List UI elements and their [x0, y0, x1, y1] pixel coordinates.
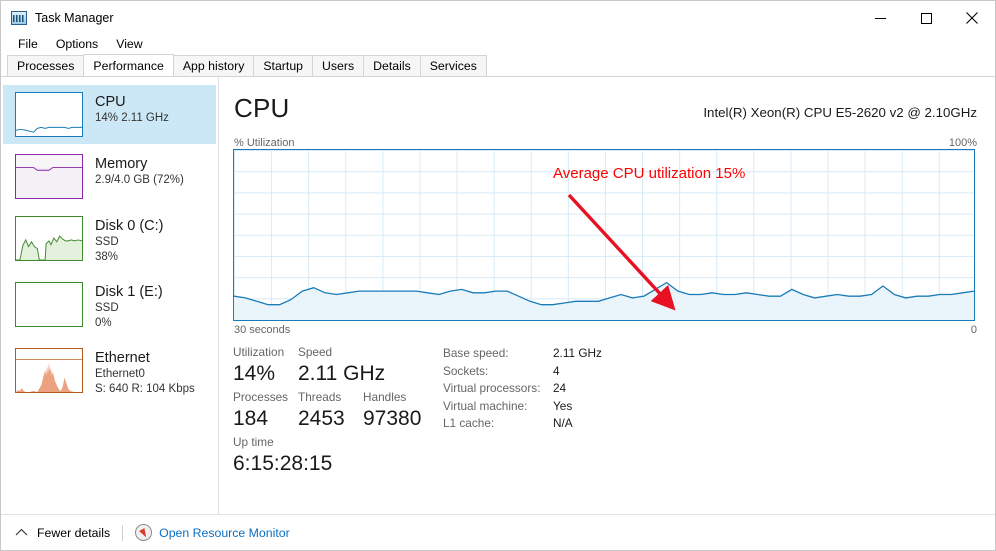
performance-detail-panel: CPU Intel(R) Xeon(R) CPU E5-2620 v2 @ 2.…	[220, 77, 995, 514]
fewer-details-button[interactable]: Fewer details	[15, 526, 110, 540]
sidebar-item-cpu[interactable]: CPU 14% 2.11 GHz	[3, 85, 216, 144]
footer-divider	[122, 525, 123, 541]
sidebar-item-sub2: 38%	[95, 250, 163, 265]
stat-value: 97380	[363, 405, 443, 432]
ethernet-thumbnail-graph	[15, 348, 83, 393]
tab-details[interactable]: Details	[363, 55, 421, 76]
close-button[interactable]	[949, 1, 995, 35]
tab-processes[interactable]: Processes	[7, 55, 84, 76]
menu-file[interactable]: File	[9, 35, 47, 53]
tab-performance[interactable]: Performance	[83, 54, 173, 76]
menu-view[interactable]: View	[107, 35, 151, 53]
stats-row-primary: Utilization 14% Speed 2.11 GHz	[233, 345, 985, 387]
spec-row: Virtual machine: Yes	[443, 398, 602, 416]
tab-services[interactable]: Services	[420, 55, 487, 76]
page-title: CPU	[234, 93, 290, 124]
stat-value: 2453	[298, 405, 363, 432]
memory-thumbnail-graph	[15, 154, 83, 199]
graph-y-axis-max: 100%	[949, 137, 977, 149]
sidebar-item-title: CPU	[95, 93, 169, 111]
graph-x-axis-label: 30 seconds	[234, 324, 290, 336]
stat-label: Speed	[298, 345, 418, 360]
graph-y-axis-label: % Utilization	[234, 137, 295, 149]
open-resource-monitor-link[interactable]: Open Resource Monitor	[135, 524, 290, 541]
stat-label: Handles	[363, 390, 443, 405]
stat-value: 2.11 GHz	[298, 360, 418, 387]
resource-monitor-icon	[135, 524, 152, 541]
window-controls	[857, 1, 995, 35]
sidebar-item-sub2: 0%	[95, 316, 163, 331]
spec-row: Virtual processors: 24	[443, 380, 602, 398]
stat-speed: Speed 2.11 GHz	[298, 345, 418, 387]
disk0-thumbnail-graph	[15, 216, 83, 261]
spec-key: L1 cache:	[443, 415, 553, 433]
spec-key: Virtual machine:	[443, 398, 553, 416]
task-manager-window: Task Manager File Options View Processes…	[0, 0, 996, 551]
sidebar-item-sub: 14% 2.11 GHz	[95, 111, 169, 126]
sidebar-item-disk1[interactable]: Disk 1 (E:) SSD 0%	[3, 275, 216, 338]
resource-monitor-label: Open Resource Monitor	[159, 526, 290, 540]
cpu-stats: Utilization 14% Speed 2.11 GHz Processes…	[233, 345, 985, 477]
sidebar-item-ethernet[interactable]: Ethernet Ethernet0 S: 640 R: 104 Kbps	[3, 341, 216, 404]
spec-value: N/A	[553, 415, 573, 433]
menu-options[interactable]: Options	[47, 35, 107, 53]
title-bar: Task Manager	[1, 1, 995, 35]
stat-threads: Threads 2453	[298, 390, 363, 432]
stat-value: 6:15:28:15	[233, 450, 985, 477]
sidebar-item-sub2: S: 640 R: 104 Kbps	[95, 382, 195, 397]
cpu-thumbnail-graph	[15, 92, 83, 137]
annotation-label: Average CPU utilization 15%	[553, 165, 745, 182]
spec-value: Yes	[553, 398, 572, 416]
sidebar-item-title: Memory	[95, 155, 184, 173]
sidebar-item-sub: SSD	[95, 301, 163, 316]
stat-label: Threads	[298, 390, 363, 405]
sidebar-item-title: Disk 0 (C:)	[95, 217, 163, 235]
spec-value: 2.11 GHz	[553, 345, 602, 363]
sidebar-item-sub: Ethernet0	[95, 367, 195, 382]
fewer-details-label: Fewer details	[37, 526, 110, 540]
spec-row: L1 cache: N/A	[443, 415, 602, 433]
sidebar-item-sub: 2.9/4.0 GB (72%)	[95, 173, 184, 188]
task-manager-icon	[11, 11, 27, 25]
stat-utilization: Utilization 14%	[233, 345, 298, 387]
cpu-model-name: Intel(R) Xeon(R) CPU E5-2620 v2 @ 2.10GH…	[703, 105, 977, 120]
stat-label: Utilization	[233, 345, 298, 360]
spec-key: Base speed:	[443, 345, 553, 363]
spec-key: Sockets:	[443, 363, 553, 381]
maximize-button[interactable]	[903, 1, 949, 35]
status-bar: Fewer details Open Resource Monitor	[1, 514, 995, 550]
sidebar-item-title: Disk 1 (E:)	[95, 283, 163, 301]
tab-app-history[interactable]: App history	[173, 55, 255, 76]
cpu-spec-list: Base speed: 2.11 GHz Sockets: 4 Virtual …	[443, 345, 602, 433]
sidebar-item-disk0[interactable]: Disk 0 (C:) SSD 38%	[3, 209, 216, 272]
stat-handles: Handles 97380	[363, 390, 443, 432]
tab-users[interactable]: Users	[312, 55, 364, 76]
spec-value: 4	[553, 363, 560, 381]
window-title: Task Manager	[35, 11, 114, 25]
minimize-button[interactable]	[857, 1, 903, 35]
resource-sidebar: CPU 14% 2.11 GHz Memory 2.9/4.0 GB (72%)	[1, 77, 219, 514]
spec-value: 24	[553, 380, 566, 398]
spec-row: Sockets: 4	[443, 363, 602, 381]
tab-startup[interactable]: Startup	[253, 55, 313, 76]
disk1-thumbnail-graph	[15, 282, 83, 327]
stats-row-secondary: Processes 184 Threads 2453 Handles 97380	[233, 390, 985, 432]
spec-row: Base speed: 2.11 GHz	[443, 345, 602, 363]
stat-label: Processes	[233, 390, 298, 405]
stat-label: Up time	[233, 435, 985, 450]
stat-processes: Processes 184	[233, 390, 298, 432]
sidebar-item-memory[interactable]: Memory 2.9/4.0 GB (72%)	[3, 147, 216, 206]
stat-uptime: Up time 6:15:28:15	[233, 435, 985, 477]
graph-x-axis-end: 0	[971, 324, 977, 336]
stat-value: 14%	[233, 360, 298, 387]
sidebar-item-sub: SSD	[95, 235, 163, 250]
stat-value: 184	[233, 405, 298, 432]
sidebar-item-title: Ethernet	[95, 349, 195, 367]
chevron-up-icon	[15, 528, 28, 537]
tab-bar: Processes Performance App history Startu…	[1, 55, 995, 77]
menu-bar: File Options View	[1, 33, 995, 54]
spec-key: Virtual processors:	[443, 380, 553, 398]
